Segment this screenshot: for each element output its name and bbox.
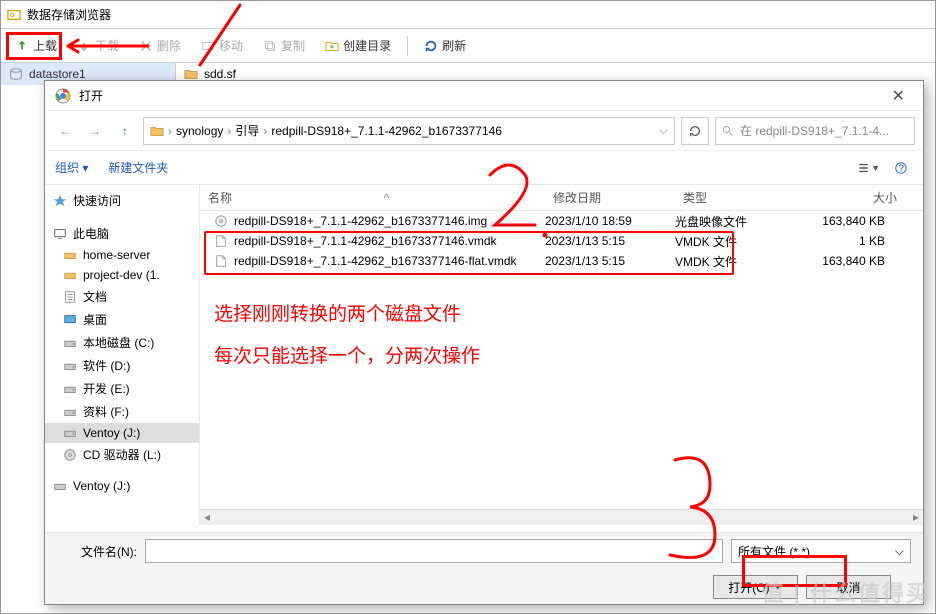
sidebar-item[interactable]: 开发 (E:) xyxy=(45,377,199,400)
breadcrumb[interactable]: › synology› 引导› redpill-DS918+_7.1.1-429… xyxy=(143,117,675,145)
sidebar-quick-access[interactable]: 快速访问 xyxy=(45,189,199,212)
col-date-header[interactable]: 修改日期 xyxy=(545,189,675,206)
folder-icon xyxy=(150,124,164,138)
sidebar-item[interactable]: project-dev (1. xyxy=(45,265,199,285)
window-title: 数据存储浏览器 xyxy=(27,6,111,23)
disk-icon xyxy=(63,382,77,396)
organize-button[interactable]: 组织 ▾ xyxy=(55,159,88,176)
dialog-title: 打开 xyxy=(79,87,103,104)
search-input[interactable]: 在 redpill-DS918+_7.1.1-4... xyxy=(715,117,915,145)
annotation-text: 每次只能选择一个，分两次操作 xyxy=(214,341,480,368)
nav-up-button[interactable]: ↑ xyxy=(113,119,137,143)
col-size-header[interactable]: 大小 xyxy=(805,189,905,206)
sidebar-item[interactable]: 桌面 xyxy=(45,308,199,331)
dialog-title-bar: 打开 ✕ xyxy=(45,81,923,111)
window-title-bar: 数据存储浏览器 xyxy=(1,1,935,29)
nav-refresh-button[interactable] xyxy=(681,117,709,145)
folder-plus-icon xyxy=(325,39,339,53)
refresh-button[interactable]: 刷新 xyxy=(416,33,474,58)
db-icon xyxy=(9,67,23,81)
cd-icon xyxy=(63,448,77,462)
copy-button[interactable]: 复制 xyxy=(255,33,313,58)
drive-y-icon xyxy=(63,268,77,282)
sidebar-item[interactable]: Ventoy (J:) xyxy=(45,423,199,443)
list-icon xyxy=(858,161,869,175)
mkdir-button[interactable]: 创建目录 xyxy=(317,33,399,58)
svg-text:?: ? xyxy=(898,162,904,174)
chevron-down-icon: ⌵ xyxy=(895,544,904,559)
file-type-dropdown[interactable]: 所有文件 (*.*) ⌵ xyxy=(731,539,911,563)
filename-input[interactable] xyxy=(145,539,723,563)
desktop-icon xyxy=(63,313,77,327)
column-headers: 名称^ 修改日期 类型 大小 xyxy=(200,185,923,211)
view-mode-button[interactable]: ▼ xyxy=(857,156,881,180)
close-icon[interactable]: ✕ xyxy=(884,84,913,108)
disk-icon xyxy=(63,405,77,419)
new-folder-button[interactable]: 新建文件夹 xyxy=(108,159,168,176)
file-list[interactable]: 名称^ 修改日期 类型 大小 redpill-DS918+_7.1.1-4296… xyxy=(200,185,923,525)
upload-icon xyxy=(15,39,29,53)
search-icon xyxy=(722,125,734,137)
drive-y-icon xyxy=(63,248,77,262)
host-toolbar: 上载 下载 删除 移动 复制 创建目录 刷新 xyxy=(1,29,935,63)
delete-icon xyxy=(139,39,153,53)
disc-icon xyxy=(214,214,228,228)
open-file-dialog: 打开 ✕ ← → ↑ › synology› 引导› redpill-DS918… xyxy=(44,80,924,605)
dialog-nav: ← → ↑ › synology› 引导› redpill-DS918+_7.1… xyxy=(45,111,923,151)
chevron-down-icon[interactable]: ⌵ xyxy=(659,123,668,138)
help-button[interactable]: ? xyxy=(889,156,913,180)
upload-button[interactable]: 上载 xyxy=(7,33,65,58)
sidebar-item[interactable]: Ventoy (J:) xyxy=(45,476,199,496)
file-row[interactable]: redpill-DS918+_7.1.1-42962_b1673377146.i… xyxy=(200,211,923,231)
sidebar-item[interactable]: CD 驱动器 (L:) xyxy=(45,443,199,466)
move-icon xyxy=(201,39,215,53)
sidebar-item[interactable]: 文档 xyxy=(45,285,199,308)
filename-label: 文件名(N): xyxy=(57,543,137,560)
col-type-header[interactable]: 类型 xyxy=(675,189,805,206)
col-name-header[interactable]: 名称^ xyxy=(200,189,545,206)
download-icon xyxy=(77,39,91,53)
copy-icon xyxy=(263,39,277,53)
refresh-icon xyxy=(424,39,438,53)
annotation-text: 选择刚刚转换的两个磁盘文件 xyxy=(214,299,461,326)
sidebar-item[interactable]: 本地磁盘 (C:) xyxy=(45,331,199,354)
star-icon xyxy=(53,194,67,208)
watermark: 值 | 什么值得买 xyxy=(762,576,930,608)
sidebar-item[interactable]: home-server xyxy=(45,245,199,265)
nav-back-button[interactable]: ← xyxy=(53,119,77,143)
dialog-sidebar[interactable]: 快速访问 此电脑 home-serverproject-dev (1.文档桌面本… xyxy=(45,185,200,525)
nav-forward-button[interactable]: → xyxy=(83,119,107,143)
sidebar-item[interactable]: 资料 (F:) xyxy=(45,400,199,423)
refresh-icon xyxy=(688,124,702,138)
sidebar-item[interactable]: 软件 (D:) xyxy=(45,354,199,377)
disk-icon xyxy=(53,479,67,493)
toolbar-separator xyxy=(407,36,408,56)
annotation-box xyxy=(204,231,734,275)
disk-icon xyxy=(63,426,77,440)
disk-icon xyxy=(63,359,77,373)
disk-icon xyxy=(63,336,77,350)
sidebar-this-pc[interactable]: 此电脑 xyxy=(45,222,199,245)
doc-icon xyxy=(63,290,77,304)
pc-icon xyxy=(53,227,67,241)
horizontal-scrollbar[interactable]: ◂▸ xyxy=(200,509,923,525)
delete-button[interactable]: 删除 xyxy=(131,33,189,58)
move-button[interactable]: 移动 xyxy=(193,33,251,58)
folder-icon xyxy=(184,67,198,81)
help-icon: ? xyxy=(894,161,908,175)
download-button[interactable]: 下载 xyxy=(69,33,127,58)
dialog-toolbar: 组织 ▾ 新建文件夹 ▼ ? xyxy=(45,151,923,185)
db-icon xyxy=(7,8,21,22)
chrome-icon xyxy=(55,88,71,104)
